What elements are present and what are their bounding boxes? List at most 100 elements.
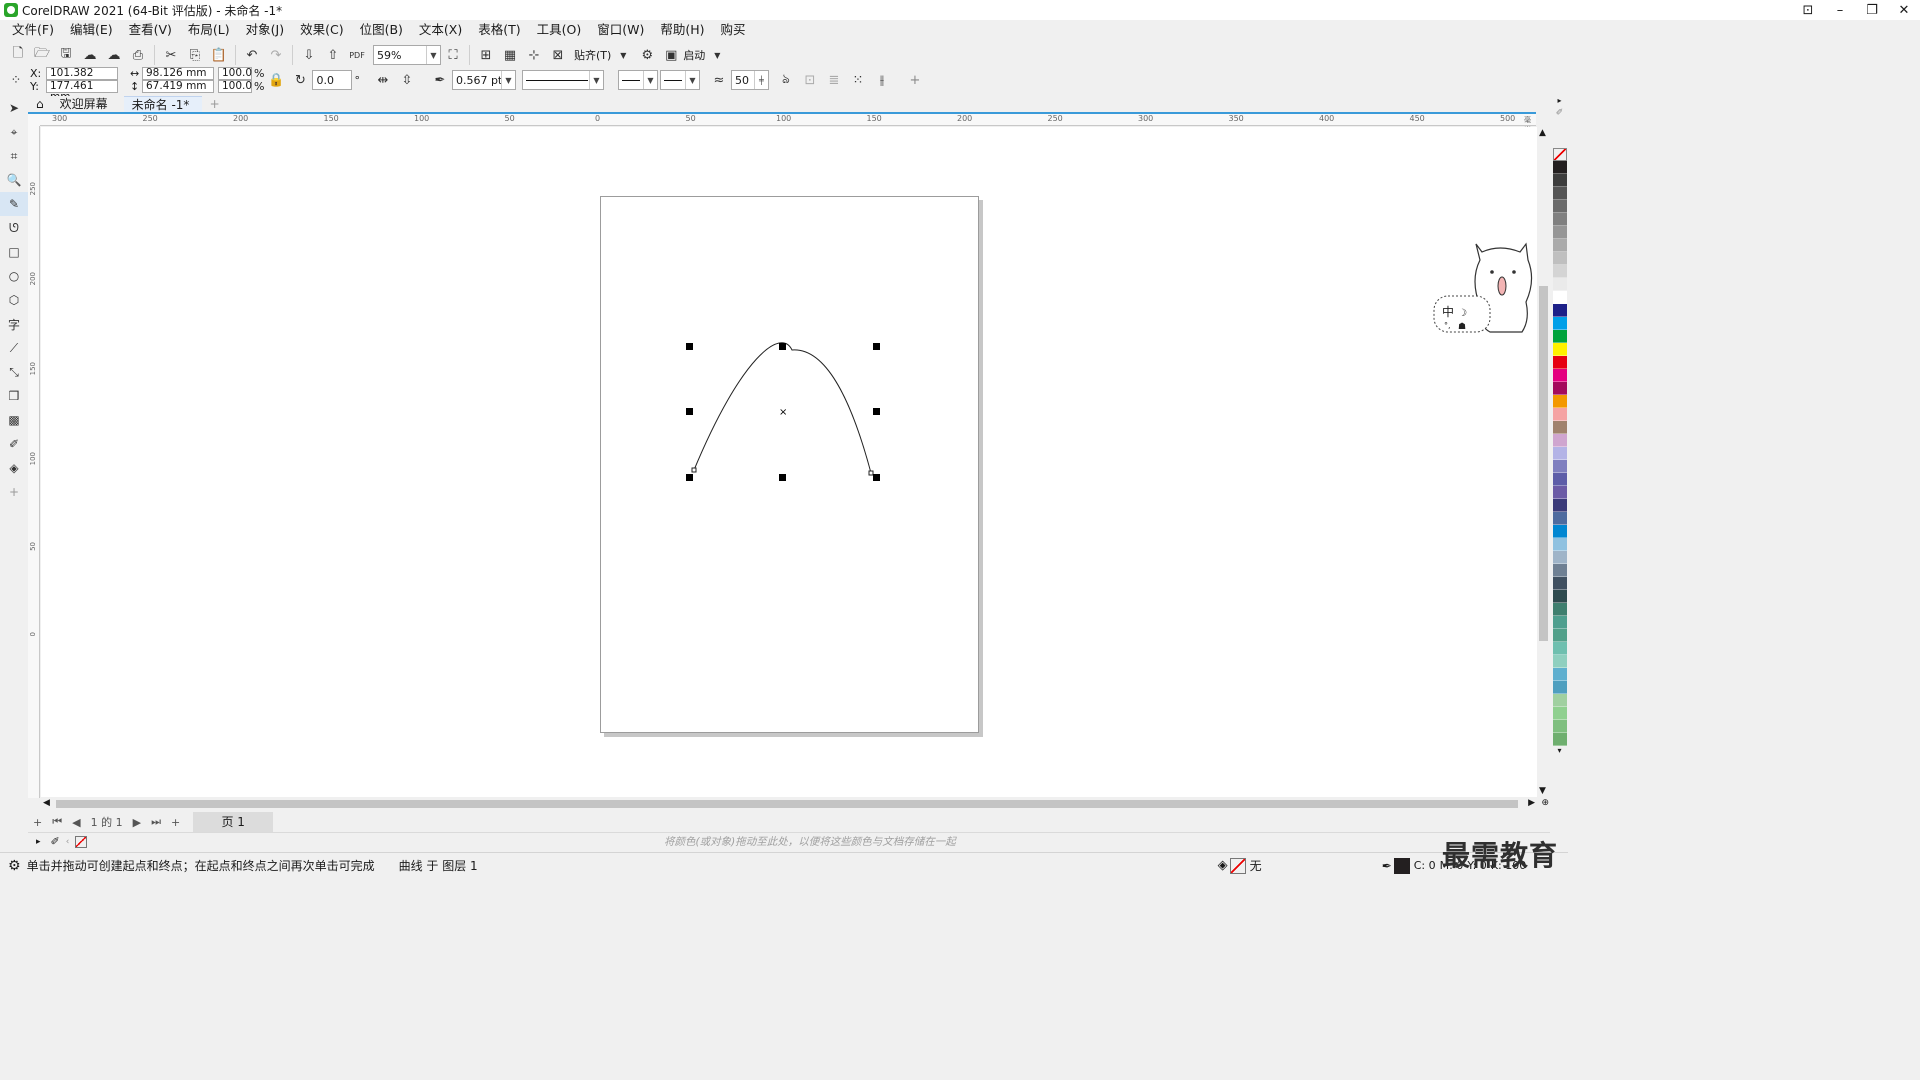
color-swatch[interactable] <box>1553 499 1567 512</box>
selection-handle-top-left[interactable] <box>686 343 693 350</box>
color-swatch[interactable] <box>1553 642 1567 655</box>
new-document-icon[interactable]: 🗋 <box>7 44 29 66</box>
menu-table[interactable]: 表格(T) <box>470 20 528 40</box>
line-style-combo[interactable]: ▼ <box>521 70 604 90</box>
selection-handle-bottom-right[interactable] <box>873 474 880 481</box>
vertical-scroll-thumb[interactable] <box>1539 286 1548 641</box>
curve-start-node[interactable] <box>691 467 697 473</box>
color-swatch[interactable] <box>1553 382 1567 395</box>
export-icon[interactable]: ⇧ <box>322 44 344 66</box>
color-swatch[interactable] <box>1553 460 1567 473</box>
color-swatch[interactable] <box>1553 564 1567 577</box>
parallel-dimension-tool-icon[interactable]: ⟋ <box>0 336 28 360</box>
color-swatch[interactable] <box>1553 512 1567 525</box>
selection-handle-bottom-center[interactable] <box>779 474 786 481</box>
selection-handle-middle-right[interactable] <box>873 408 880 415</box>
horizontal-scroll-thumb[interactable] <box>56 800 1518 808</box>
ruler-origin[interactable] <box>28 112 40 126</box>
color-swatch[interactable] <box>1553 694 1567 707</box>
color-swatch[interactable] <box>1553 577 1567 590</box>
scale-height-field[interactable]: 100.0 <box>218 80 252 93</box>
no-color-swatch[interactable] <box>75 835 88 848</box>
shape-tool-icon[interactable]: ⌖ <box>0 120 28 144</box>
smoothing-field[interactable]: 50 ╪ <box>730 70 769 90</box>
launch-button[interactable]: 启动 <box>683 47 705 63</box>
options-gear-icon[interactable]: ⚙ <box>636 44 658 66</box>
quick-customize-icon[interactable]: ⫲ <box>871 69 893 91</box>
scale-width-field[interactable]: 100.0 <box>218 67 252 80</box>
snap-off-icon[interactable]: ⊠ <box>547 44 569 66</box>
print-icon[interactable]: ⎙ <box>127 44 149 66</box>
import-icon[interactable]: ⇩ <box>298 44 320 66</box>
mirror-horizontal-icon[interactable]: ⇹ <box>372 69 394 91</box>
chevron-down-icon[interactable]: ▼ <box>684 71 699 89</box>
export-pdf-icon[interactable]: PDF <box>346 44 368 66</box>
width-field[interactable]: 98.126 mm <box>142 67 214 80</box>
palette-scroll-down-icon[interactable]: ▾ <box>1551 746 1568 758</box>
menu-edit[interactable]: 编辑(E) <box>62 20 121 40</box>
menu-help[interactable]: 帮助(H) <box>652 20 712 40</box>
menu-buy[interactable]: 购买 <box>713 20 754 40</box>
start-arrowhead-combo[interactable]: ▼ <box>617 70 658 90</box>
color-swatch[interactable] <box>1553 317 1567 330</box>
lock-ratio-icon[interactable]: 🔒 <box>265 69 287 91</box>
color-swatch[interactable] <box>1553 707 1567 720</box>
align-text-icon[interactable]: ≣ <box>823 69 845 91</box>
color-swatch[interactable] <box>1553 603 1567 616</box>
connector-tool-icon[interactable]: ⤡ <box>0 360 28 384</box>
undo-icon[interactable]: ↶ <box>241 44 263 66</box>
scroll-down-icon[interactable]: ▼ <box>1539 786 1546 796</box>
pick-tool-icon[interactable]: ➤ <box>0 96 28 120</box>
account-icon[interactable]: ⊡ <box>1792 0 1824 20</box>
rectangle-tool-icon[interactable]: □ <box>0 240 28 264</box>
end-arrowhead-combo[interactable]: ▼ <box>659 70 700 90</box>
home-icon[interactable]: ⌂ <box>28 96 52 112</box>
new-tab-button[interactable]: + <box>202 96 228 112</box>
color-swatch[interactable] <box>1553 434 1567 447</box>
mirror-vertical-icon[interactable]: ⇳ <box>396 69 418 91</box>
rotation-angle-field[interactable]: 0.0 <box>312 70 353 90</box>
selection-handle-top-right[interactable] <box>873 343 880 350</box>
fill-indicator-icon[interactable]: ◈ <box>1218 858 1228 873</box>
interactive-fill-tool-icon[interactable]: ◈ <box>0 456 28 480</box>
color-swatch[interactable] <box>1553 525 1567 538</box>
paste-icon[interactable]: 📋 <box>208 44 230 66</box>
menu-object[interactable]: 对象(J) <box>238 20 292 40</box>
menu-file[interactable]: 文件(F) <box>4 20 62 40</box>
color-swatch[interactable] <box>1553 395 1567 408</box>
transparency-tool-icon[interactable]: ▩ <box>0 408 28 432</box>
color-swatch[interactable] <box>1553 733 1567 746</box>
color-swatch[interactable] <box>1553 330 1567 343</box>
y-position-field[interactable]: 177.461 mm <box>46 80 118 103</box>
cut-icon[interactable]: ✂ <box>160 44 182 66</box>
outline-pen-icon[interactable]: ✒ <box>1382 859 1392 873</box>
save-icon[interactable]: 🖫 <box>55 44 77 66</box>
color-swatch[interactable] <box>1553 486 1567 499</box>
color-swatch[interactable] <box>1553 473 1567 486</box>
last-page-icon[interactable]: ⏭ <box>151 815 161 829</box>
vertical-scrollbar[interactable]: ▲ ▼ <box>1537 126 1551 798</box>
add-tool-icon[interactable]: + <box>0 480 28 504</box>
menu-layout[interactable]: 布局(L) <box>180 20 238 40</box>
outline-color-swatch[interactable] <box>1393 857 1410 874</box>
drop-shadow-tool-icon[interactable]: ❒ <box>0 384 28 408</box>
tab-welcome-screen[interactable]: 欢迎屏幕 <box>52 96 124 112</box>
color-swatch[interactable] <box>1553 343 1567 356</box>
no-color-swatch[interactable] <box>1553 148 1567 161</box>
palette-scroll-up-icon[interactable]: ▸ <box>1551 96 1568 108</box>
select-all-nodes-icon[interactable]: ⁙ <box>847 69 869 91</box>
color-swatch[interactable] <box>1553 213 1567 226</box>
add-page-after-icon[interactable]: + <box>171 816 180 829</box>
scroll-right-icon[interactable]: ▶ <box>1528 798 1535 808</box>
color-eyedropper-tool-icon[interactable]: ✐ <box>0 432 28 456</box>
ime-cat-sticker[interactable]: 中 ☽ °, ☗ <box>1432 240 1540 336</box>
show-guidelines-icon[interactable]: ⊹ <box>523 44 545 66</box>
document-palette[interactable]: ▸ ✐ ‹ 将颜色(或对象)拖动至此处，以便将这些颜色与文档存储在一起 <box>28 832 1550 850</box>
vertical-ruler[interactable]: 250 200 150 100 50 0 <box>28 126 40 798</box>
horizontal-ruler[interactable]: 300 250 200 150 100 50 0 50 100 150 200 250 300 350 40… <box>40 112 1536 134</box>
rotation-icon[interactable]: ↻ <box>289 69 311 91</box>
palette-eyedropper-icon[interactable]: ✐ <box>1551 108 1568 148</box>
selection-center-mark[interactable]: × <box>779 407 787 418</box>
color-swatch[interactable] <box>1553 226 1567 239</box>
chevron-down-icon[interactable]: ▼ <box>642 71 657 89</box>
